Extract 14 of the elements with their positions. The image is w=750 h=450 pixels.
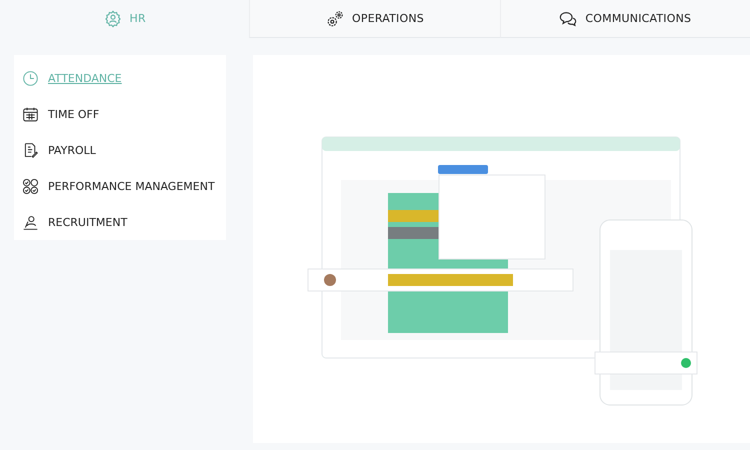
document-icon — [22, 142, 39, 159]
gear-person-icon — [104, 10, 122, 28]
calendar-icon — [22, 106, 39, 124]
gears-icon — [326, 10, 344, 28]
person-icon — [22, 214, 39, 231]
chat-icon — [559, 10, 578, 28]
sidebar-item[interactable]: PAYROLL — [22, 132, 226, 168]
sidebar-item[interactable]: RECRUITMENT — [22, 204, 226, 240]
category-tab[interactable]: COMMUNICATIONS — [500, 0, 750, 38]
sidebar-item[interactable]: PERFORMANCE MANAGEMENT — [22, 168, 226, 204]
check-circles-icon — [22, 178, 39, 195]
sidebar-item[interactable]: TIME OFF — [22, 96, 226, 133]
clock-icon — [22, 70, 39, 88]
category-tab[interactable]: OPERATIONS — [249, 0, 500, 38]
